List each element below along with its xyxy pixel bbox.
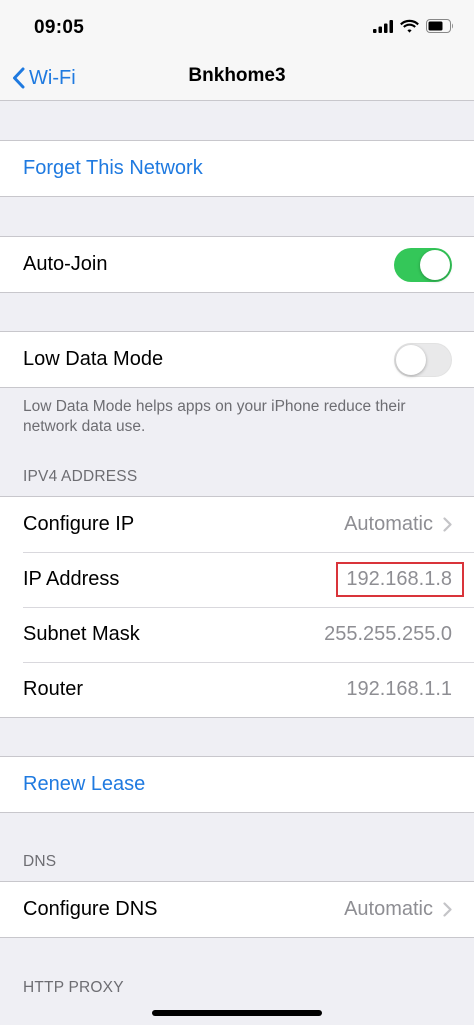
auto-join-toggle[interactable] [394, 247, 452, 282]
subnet-mask-label: Subnet Mask [23, 623, 140, 645]
configure-ip-row[interactable]: Configure IP Automatic [0, 497, 474, 552]
renew-lease-button[interactable]: Renew Lease [0, 757, 474, 812]
auto-join-group: Auto-Join [0, 236, 474, 293]
dns-group: Configure DNS Automatic [0, 881, 474, 938]
renew-lease-label: Renew Lease [23, 773, 146, 795]
ipv4-section-header: IPV4 ADDRESS [23, 468, 138, 485]
auto-join-row: Auto-Join [0, 237, 474, 292]
ip-address-label: IP Address [23, 568, 120, 590]
forget-network-group: Forget This Network [0, 140, 474, 197]
low-data-mode-label: Low Data Mode [23, 348, 164, 370]
forget-network-label: Forget This Network [23, 157, 203, 179]
home-indicator [152, 1010, 322, 1016]
renew-lease-group: Renew Lease [0, 756, 474, 813]
configure-dns-value: Automatic [344, 898, 433, 920]
low-data-mode-footer: Low Data Mode helps apps on your iPhone … [23, 398, 406, 435]
toggle-knob [420, 249, 450, 280]
configure-dns-label: Configure DNS [23, 898, 158, 920]
low-data-mode-row: Low Data Mode [0, 332, 474, 387]
dns-section-header: DNS [23, 853, 57, 870]
chevron-right-icon [443, 902, 452, 917]
router-row: Router 192.168.1.1 [0, 662, 474, 717]
status-time: 09:05 [34, 17, 85, 38]
ip-address-value: 192.168.1.8 [336, 562, 464, 597]
auto-join-label: Auto-Join [23, 253, 108, 275]
ip-address-row: IP Address 192.168.1.8 [0, 552, 474, 607]
configure-ip-value: Automatic [344, 513, 433, 535]
subnet-mask-value: 255.255.255.0 [324, 623, 452, 645]
status-bar: 09:05 [0, 0, 474, 56]
low-data-mode-group: Low Data Mode [0, 331, 474, 388]
configure-dns-row[interactable]: Configure DNS Automatic [0, 882, 474, 937]
cellular-signal-icon [373, 19, 393, 33]
wifi-icon [400, 19, 419, 33]
subnet-mask-row: Subnet Mask 255.255.255.0 [0, 607, 474, 662]
http-proxy-section-header: HTTP PROXY [23, 979, 124, 996]
battery-icon [426, 19, 453, 33]
toggle-knob [396, 344, 426, 375]
ipv4-group: Configure IP Automatic IP Address 192.16… [0, 496, 474, 718]
forget-network-button[interactable]: Forget This Network [0, 141, 474, 196]
status-icons [373, 19, 454, 33]
navigation-bar: Wi-Fi Bnkhome3 [0, 56, 474, 101]
chevron-right-icon [443, 517, 452, 532]
page-title: Bnkhome3 [188, 65, 286, 86]
router-value: 192.168.1.1 [346, 678, 452, 700]
configure-ip-label: Configure IP [23, 513, 135, 535]
router-label: Router [23, 678, 84, 700]
low-data-mode-toggle[interactable] [394, 342, 452, 377]
